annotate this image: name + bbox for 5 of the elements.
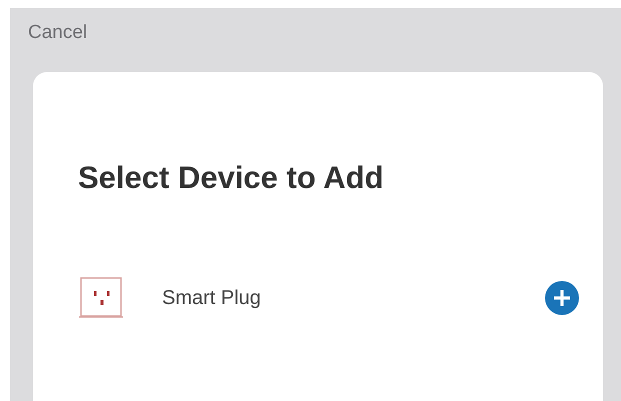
plug-icon — [78, 276, 126, 320]
add-button[interactable] — [545, 281, 579, 315]
cancel-button[interactable]: Cancel — [28, 22, 88, 44]
sheet-title: Select Device to Add — [78, 160, 385, 196]
device-name: Smart Plug — [162, 286, 262, 310]
